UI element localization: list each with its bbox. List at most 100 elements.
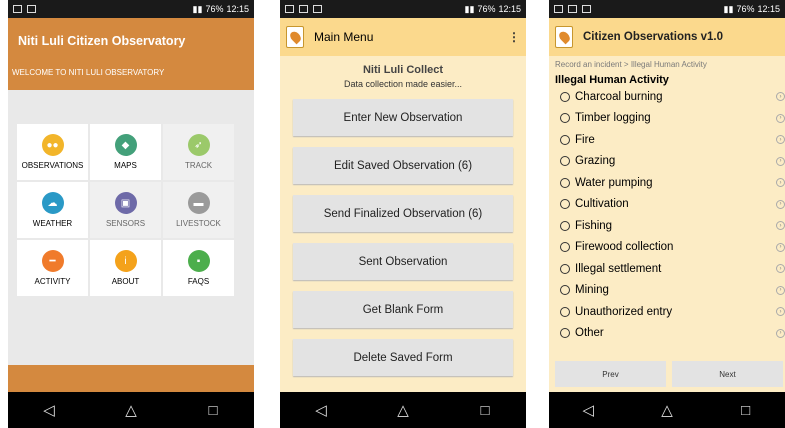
home-icon[interactable]: △ <box>373 401 433 419</box>
back-icon[interactable]: ◁ <box>19 401 79 419</box>
radio-option[interactable]: Unauthorized entry › <box>549 301 785 323</box>
chevron-right-icon: › <box>776 178 785 188</box>
phone-main-menu: ▮▮ 76% 12:15 Main Menu ⋮ Niti Luli Collect… <box>280 0 526 428</box>
radio-option[interactable]: Fire › <box>549 129 785 151</box>
chevron-right-icon: › <box>776 221 785 231</box>
radio-button-icon[interactable] <box>560 177 570 188</box>
radio-option[interactable]: Illegal settlement › <box>549 258 785 280</box>
chevron-right-icon: › <box>776 264 785 274</box>
radio-button-icon[interactable] <box>560 113 570 124</box>
edit-saved-observation-button[interactable]: Edit Saved Observation (6) <box>293 147 513 184</box>
notification-icon <box>568 5 577 13</box>
radio-button-icon[interactable] <box>560 156 570 167</box>
sent-observation-button[interactable]: Sent Observation <box>293 243 513 280</box>
tile-faqs[interactable]: ▪ FAQS <box>163 240 234 296</box>
radio-option[interactable]: Water pumping › <box>549 172 785 194</box>
radio-button-icon[interactable] <box>560 306 570 317</box>
back-icon[interactable]: ◁ <box>558 401 618 419</box>
map-pin-icon <box>556 29 572 45</box>
enter-new-observation-button[interactable]: Enter New Observation <box>293 99 513 136</box>
recents-icon[interactable]: □ <box>183 402 243 419</box>
track-icon: ➶ <box>187 134 210 156</box>
notification-icon <box>299 5 308 13</box>
tile-label: LIVESTOCK <box>176 219 221 228</box>
android-navbar: ◁ △ □ <box>8 392 254 428</box>
chevron-right-icon: › <box>776 199 785 209</box>
tile-label: ABOUT <box>111 277 140 286</box>
tile-label: WEATHER <box>32 219 73 228</box>
radio-option[interactable]: Firewood collection › <box>549 237 785 259</box>
android-navbar: ◁ △ □ <box>280 392 526 428</box>
tile-sensors[interactable]: ▣ SENSORS <box>90 182 161 238</box>
delete-saved-form-button[interactable]: Delete Saved Form <box>293 339 513 376</box>
radio-option[interactable]: Mining › <box>549 280 785 302</box>
option-label: Illegal settlement <box>575 262 662 275</box>
clock: 12:15 <box>226 4 249 14</box>
option-label: Other <box>575 327 604 340</box>
tile-label: TRACK <box>184 161 213 170</box>
chevron-right-icon: › <box>776 135 785 145</box>
radio-option[interactable]: Other › <box>549 323 785 345</box>
tile-activity[interactable]: ━ ACTIVITY <box>17 240 88 296</box>
home-icon[interactable]: △ <box>101 401 161 419</box>
radio-button-icon[interactable] <box>560 91 570 102</box>
footer-bar <box>8 365 254 392</box>
tile-livestock[interactable]: ▬ LIVESTOCK <box>163 182 234 238</box>
tile-about[interactable]: i ABOUT <box>90 240 161 296</box>
chevron-right-icon: › <box>776 328 785 338</box>
chevron-right-icon: › <box>776 156 785 166</box>
radio-button-icon[interactable] <box>560 285 570 296</box>
home-icon[interactable]: △ <box>637 401 697 419</box>
livestock-icon: ▬ <box>187 192 210 214</box>
option-label: Cultivation <box>575 198 629 211</box>
signal-icon: ▮▮ <box>464 3 475 14</box>
back-icon[interactable]: ◁ <box>291 401 351 419</box>
get-blank-form-button[interactable]: Get Blank Form <box>293 291 513 328</box>
tile-label: OBSERVATIONS <box>21 161 84 170</box>
status-bar: ▮▮ 76% 12:15 <box>549 0 785 18</box>
chevron-right-icon: › <box>776 242 785 252</box>
radio-button-icon[interactable] <box>560 328 570 339</box>
tile-maps[interactable]: ◆ MAPS <box>90 124 161 180</box>
next-button[interactable]: Next <box>672 361 783 387</box>
option-label: Water pumping <box>575 176 653 189</box>
chevron-right-icon: › <box>776 92 785 102</box>
send-finalized-observation-button[interactable]: Send Finalized Observation (6) <box>293 195 513 232</box>
recents-icon[interactable]: □ <box>455 402 515 419</box>
status-bar: ▮▮ 76% 12:15 <box>280 0 526 18</box>
battery-percent: 76% <box>477 4 496 14</box>
chevron-right-icon: › <box>776 113 785 123</box>
tile-observations[interactable]: ●● OBSERVATIONS <box>17 124 88 180</box>
radio-option[interactable]: Grazing › <box>549 151 785 173</box>
tile-weather[interactable]: ☁ WEATHER <box>17 182 88 238</box>
radio-button-icon[interactable] <box>560 199 570 210</box>
option-label: Mining <box>575 284 609 297</box>
radio-option[interactable]: Timber logging › <box>549 108 785 130</box>
question-label: Illegal Human Activity <box>555 74 669 86</box>
notification-icon <box>313 5 322 13</box>
radio-button-icon[interactable] <box>560 242 570 253</box>
recents-icon[interactable]: □ <box>716 402 776 419</box>
screen-title: Main Menu <box>314 30 374 44</box>
radio-option[interactable]: Charcoal burning › <box>549 86 785 108</box>
battery-percent: 76% <box>736 4 755 14</box>
tagline: Data collection made easier... <box>343 79 463 89</box>
radio-button-icon[interactable] <box>560 134 570 145</box>
tile-label: MAPS <box>114 161 137 170</box>
prev-button[interactable]: Prev <box>555 361 666 387</box>
info-icon: i <box>114 250 137 272</box>
radio-option[interactable]: Cultivation › <box>549 194 785 216</box>
radio-option[interactable]: Fishing › <box>549 215 785 237</box>
notification-icon <box>27 5 36 13</box>
breadcrumb: Record an incident > Illegal Human Activ… <box>555 60 707 69</box>
notification-icon <box>582 5 591 13</box>
tile-label: SENSORS <box>105 219 146 228</box>
binoculars-icon: ●● <box>41 134 64 156</box>
radio-button-icon[interactable] <box>560 220 570 231</box>
radio-button-icon[interactable] <box>560 263 570 274</box>
phone-home-screen: ▮▮ 76% 12:15 Niti Luli Citizen Observatory… <box>8 0 254 428</box>
overflow-menu-icon[interactable]: ⋮ <box>508 30 520 44</box>
signal-icon: ▮▮ <box>723 3 734 14</box>
tile-track[interactable]: ➶ TRACK <box>163 124 234 180</box>
map-icon: ◆ <box>114 134 137 156</box>
